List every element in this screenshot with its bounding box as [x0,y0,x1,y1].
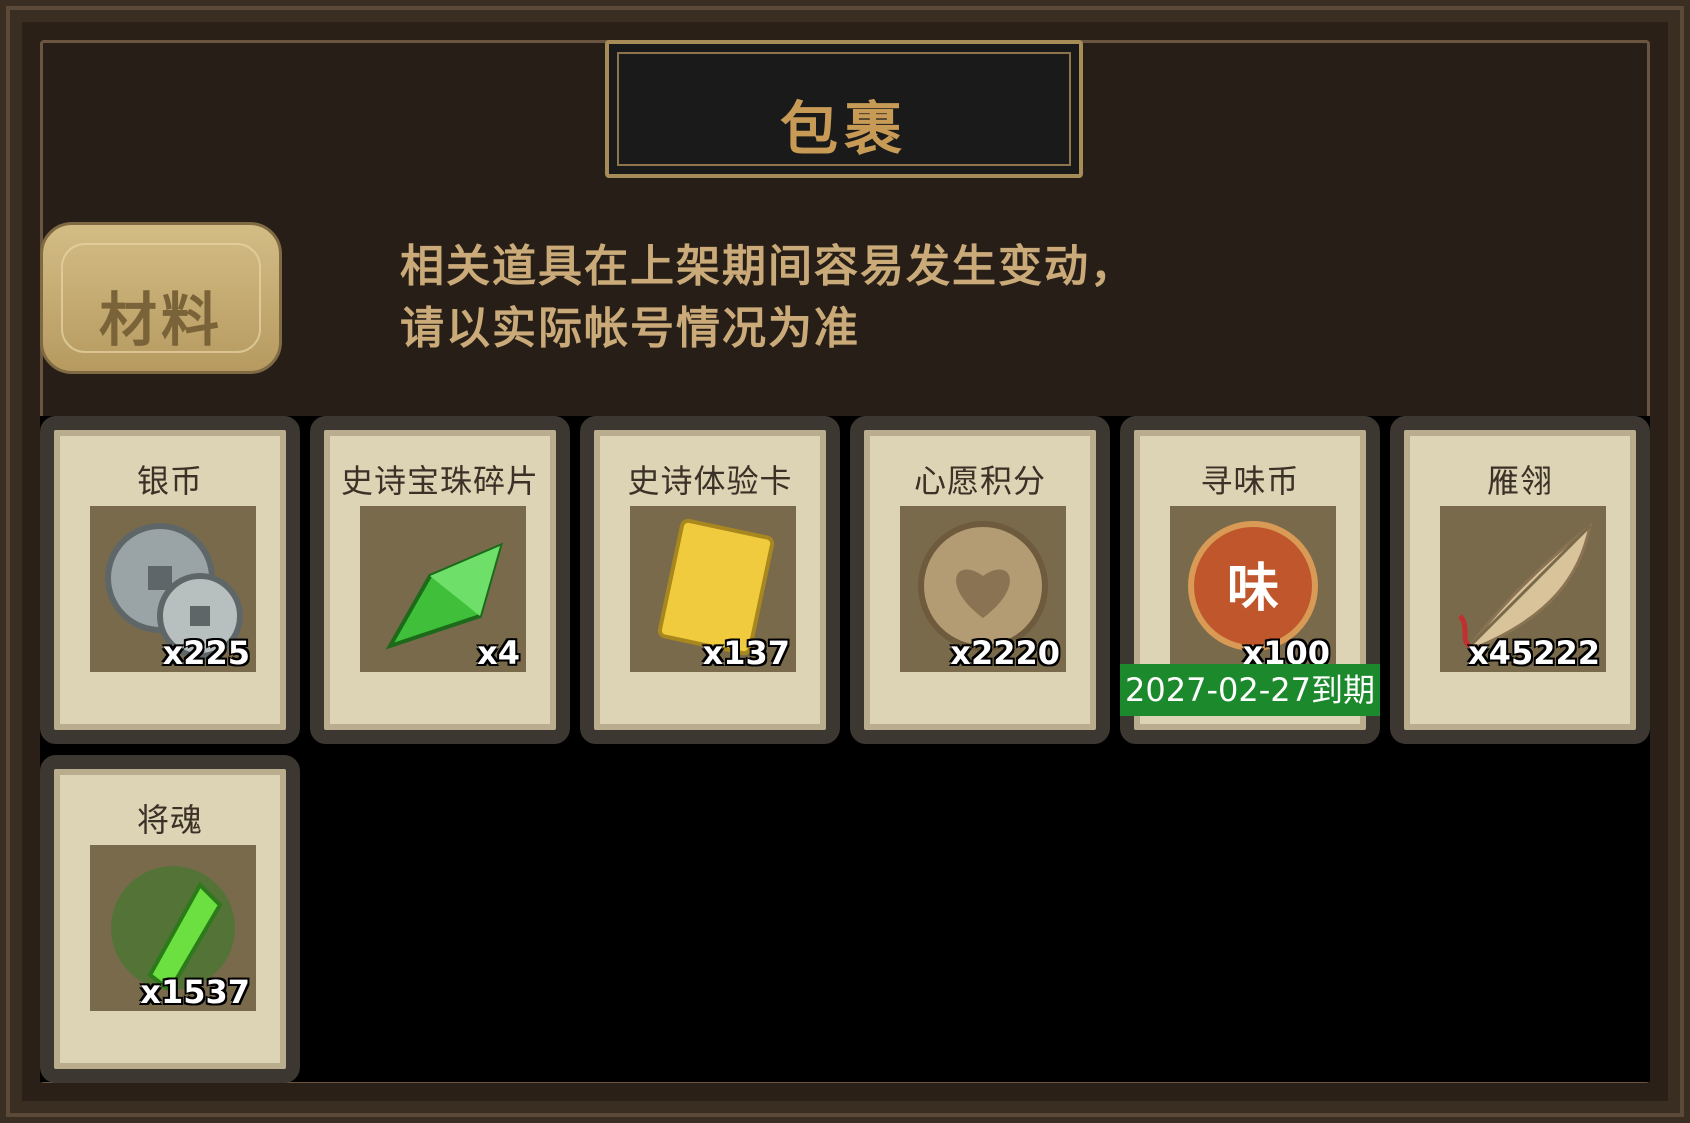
svg-text:味: 味 [1227,559,1279,619]
item-card-general-soul[interactable]: 将魂 x1537 [40,755,300,1083]
notice-line-2: 请以实际帐号情况为准 [400,303,860,354]
item-card-epic-gem-shard[interactable]: 史诗宝珠碎片 x4 [310,416,570,744]
expiry-badge: 2027-02-27到期 [1120,664,1380,716]
item-count: x225 [162,634,250,672]
page-title: 包裹 [779,95,908,163]
item-icon-box: x4 [360,506,526,672]
item-card-flavor-coin[interactable]: 寻味币 味 x100 2027-02-27到期 [1120,416,1380,744]
item-count: x2220 [950,634,1060,672]
item-name: 史诗体验卡 [627,462,793,500]
item-count: x1537 [140,973,250,1011]
title-plate: 包裹 [605,40,1083,178]
item-name: 将魂 [136,801,203,839]
item-icon-box: x1537 [90,845,256,1011]
notice-line-1: 相关道具在上架期间容易发生变动， [400,241,1136,292]
item-name: 史诗宝珠碎片 [340,462,539,500]
item-icon-box: x137 [630,506,796,672]
item-card-feather[interactable]: 雁翎 x45222 [1390,416,1650,744]
item-card-silver-coin[interactable]: 银币 x225 [40,416,300,744]
item-icon-box: x2220 [900,506,1066,672]
tab-materials[interactable]: 材料 [40,222,282,374]
item-count: x137 [702,634,790,672]
notice-text: 相关道具在上架期间容易发生变动， 请以实际帐号情况为准 [400,236,1136,360]
item-icon-box: 味 x100 [1170,506,1336,672]
tab-materials-label: 材料 [98,286,223,354]
item-card-epic-trial-card[interactable]: 史诗体验卡 x137 [580,416,840,744]
item-name: 雁翎 [1486,462,1553,500]
item-name: 寻味币 [1200,462,1300,500]
item-count: x4 [477,634,520,672]
item-icon-box: x45222 [1440,506,1606,672]
item-icon-box: x225 [90,506,256,672]
item-card-wish-points[interactable]: 心愿积分 x2220 [850,416,1110,744]
item-name: 心愿积分 [913,462,1046,500]
item-count: x45222 [1468,634,1600,672]
item-name: 银币 [136,462,203,500]
